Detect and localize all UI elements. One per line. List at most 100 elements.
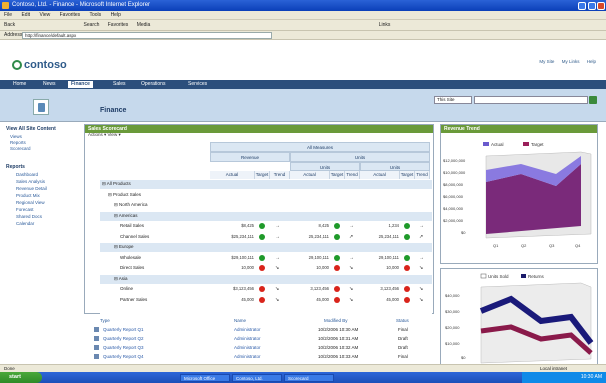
document-name-link[interactable]: Quarterly Report Q1 bbox=[103, 327, 144, 332]
doc-col-modified-by[interactable]: Modified By bbox=[324, 318, 348, 324]
leftnav-item-dashboard[interactable]: Dashboard bbox=[16, 172, 38, 178]
col-target-1: Target bbox=[255, 171, 270, 179]
document-row[interactable]: Quarterly Report Q4 bbox=[94, 353, 144, 361]
trend-arrow-icon: ↘ bbox=[349, 265, 354, 271]
document-modified-date: 10/2/2006 10:32 AM bbox=[318, 345, 359, 350]
window-title: Contoso, Ltd. - Finance - Microsoft Inte… bbox=[12, 2, 151, 8]
maximize-button[interactable] bbox=[588, 2, 596, 10]
menu-file[interactable]: File bbox=[4, 12, 12, 18]
trend-arrow-icon: → bbox=[419, 254, 424, 261]
close-button[interactable] bbox=[597, 2, 605, 10]
menu-favorites[interactable]: Favorites bbox=[60, 12, 81, 18]
document-name-link[interactable]: Quarterly Report Q4 bbox=[103, 354, 144, 359]
document-row[interactable]: Quarterly Report Q1 bbox=[94, 326, 144, 334]
doc-col-status[interactable]: Status bbox=[396, 318, 409, 324]
scorecard-row-label[interactable]: Wholesale bbox=[120, 254, 141, 262]
leftnav-item-shared-docs[interactable]: Shared Docs bbox=[16, 214, 42, 220]
tab-operations[interactable]: Operations bbox=[138, 81, 168, 88]
document-name-link[interactable]: Quarterly Report Q2 bbox=[103, 336, 144, 341]
trend-arrow-icon: → bbox=[275, 223, 280, 229]
search-scope-select[interactable]: This Site bbox=[434, 96, 472, 104]
doc-col-type[interactable]: Type bbox=[100, 318, 110, 324]
document-modified-by[interactable]: Administrator bbox=[234, 326, 261, 334]
leftnav-item-regional-view[interactable]: Regional View bbox=[16, 200, 45, 206]
media-button[interactable]: Media bbox=[137, 22, 151, 28]
document-row[interactable]: Quarterly Report Q2 bbox=[94, 335, 144, 343]
scorecard-row-label[interactable]: ⊟ North America bbox=[114, 201, 148, 209]
chart1-tick-1: $10,000,000 bbox=[443, 170, 466, 175]
scorecard-row-band bbox=[100, 274, 432, 284]
scorecard-row-label[interactable]: ⊟ All Products bbox=[102, 180, 131, 188]
task-scorecard[interactable]: Scorecard bbox=[284, 374, 334, 382]
link-my-site[interactable]: My Site bbox=[539, 59, 554, 64]
scorecard-row-label[interactable]: Channel Sales bbox=[120, 233, 149, 241]
status-good-icon bbox=[259, 223, 265, 229]
document-modified-by[interactable]: Administrator bbox=[234, 335, 261, 343]
leftnav-item-revenue-detail[interactable]: Revenue Detail bbox=[16, 186, 47, 192]
tab-sales[interactable]: Sales bbox=[110, 81, 129, 88]
leftnav-item-scorecard[interactable]: Scorecard bbox=[10, 146, 31, 152]
links-button[interactable]: Links bbox=[379, 22, 391, 28]
tab-finance[interactable]: Finance bbox=[68, 81, 93, 88]
scorecard-row-label[interactable]: ⊟ Europe bbox=[114, 243, 134, 251]
search-input[interactable] bbox=[474, 96, 588, 104]
doc-col-name[interactable]: Name bbox=[234, 318, 246, 324]
trend-arrow-icon: ↘ bbox=[419, 286, 424, 292]
address-label: Address bbox=[4, 32, 23, 38]
task-office[interactable]: Microsoft Office bbox=[180, 374, 230, 382]
trend-arrow-icon: ↘ bbox=[275, 286, 280, 292]
leftnav-item-sales-analysis[interactable]: Sales Analysis bbox=[16, 179, 45, 185]
back-button[interactable]: Back bbox=[4, 22, 15, 28]
start-button[interactable]: start bbox=[0, 372, 42, 383]
scorecard-row-label[interactable]: Partner Sales bbox=[120, 296, 147, 304]
scorecard-row-label[interactable]: ⊟ Asia bbox=[114, 275, 128, 283]
task-contoso[interactable]: Contoso, Ltd. bbox=[232, 374, 282, 382]
leftnav-header-content[interactable]: View All Site Content bbox=[6, 126, 56, 132]
link-help[interactable]: Help bbox=[587, 59, 596, 64]
menu-view[interactable]: View bbox=[39, 12, 50, 18]
minimize-button[interactable] bbox=[578, 2, 586, 10]
status-bad-icon bbox=[334, 286, 340, 292]
menu-edit[interactable]: Edit bbox=[21, 12, 30, 18]
scorecard-row-label[interactable]: Online bbox=[120, 285, 133, 293]
leftnav-item-calendar[interactable]: Calendar bbox=[16, 221, 34, 227]
chart1-x-2: Q3 bbox=[549, 243, 555, 248]
trend-arrow-icon: ↗ bbox=[419, 233, 424, 240]
chart1-x-0: Q1 bbox=[493, 243, 499, 248]
address-input[interactable]: http://finance/default.aspx bbox=[22, 32, 272, 39]
scorecard-actual-value: 25,234,111 bbox=[378, 233, 399, 239]
scorecard-row-label[interactable]: Direct Sales bbox=[120, 264, 144, 272]
status-good-icon bbox=[404, 254, 410, 261]
search-button[interactable]: Search bbox=[84, 22, 100, 28]
scorecard-toolbar[interactable]: Actions ▾ View ▾ bbox=[88, 132, 121, 138]
document-row[interactable]: Quarterly Report Q3 bbox=[94, 344, 144, 352]
scorecard-row-label[interactable]: Retail Sales bbox=[120, 222, 144, 230]
scorecard-actual-value: 8,425 bbox=[318, 223, 329, 228]
scorecard-row-label[interactable]: ⊟ Product Sales bbox=[108, 191, 141, 199]
document-icon bbox=[94, 327, 99, 333]
clock: 10:30 AM bbox=[580, 374, 602, 380]
top-nav: Home News Finance Sales Operations Servi… bbox=[0, 80, 606, 89]
scorecard-row-label[interactable]: ⊟ Americas bbox=[114, 212, 138, 220]
col-target-2: Target bbox=[330, 171, 345, 179]
page-header bbox=[0, 40, 606, 80]
document-name-link[interactable]: Quarterly Report Q3 bbox=[103, 345, 144, 350]
menu-tools[interactable]: Tools bbox=[89, 12, 101, 18]
link-my-links[interactable]: My Links bbox=[562, 59, 580, 64]
scorecard-actual-value: 3,123,456 bbox=[310, 286, 329, 291]
tab-home[interactable]: Home bbox=[10, 81, 29, 88]
brand-logo[interactable]: contoso bbox=[12, 58, 67, 72]
status-bar: Done Local intranet bbox=[0, 364, 606, 372]
leftnav-header-reports[interactable]: Reports bbox=[6, 164, 25, 170]
leftnav-item-forecast[interactable]: Forecast bbox=[16, 207, 34, 213]
document-modified-by[interactable]: Administrator bbox=[234, 353, 261, 361]
tab-services[interactable]: Services bbox=[185, 81, 210, 88]
trend-arrow-icon: ↘ bbox=[275, 296, 280, 303]
chart2-tick-0: $40,000 bbox=[445, 293, 460, 298]
document-modified-by[interactable]: Administrator bbox=[234, 344, 261, 352]
tab-news[interactable]: News bbox=[40, 81, 59, 88]
leftnav-item-product-mix[interactable]: Product Mix bbox=[16, 193, 40, 199]
search-go-icon[interactable] bbox=[589, 96, 597, 104]
favorites-button[interactable]: Favorites bbox=[108, 22, 129, 28]
menu-help[interactable]: Help bbox=[111, 12, 121, 18]
